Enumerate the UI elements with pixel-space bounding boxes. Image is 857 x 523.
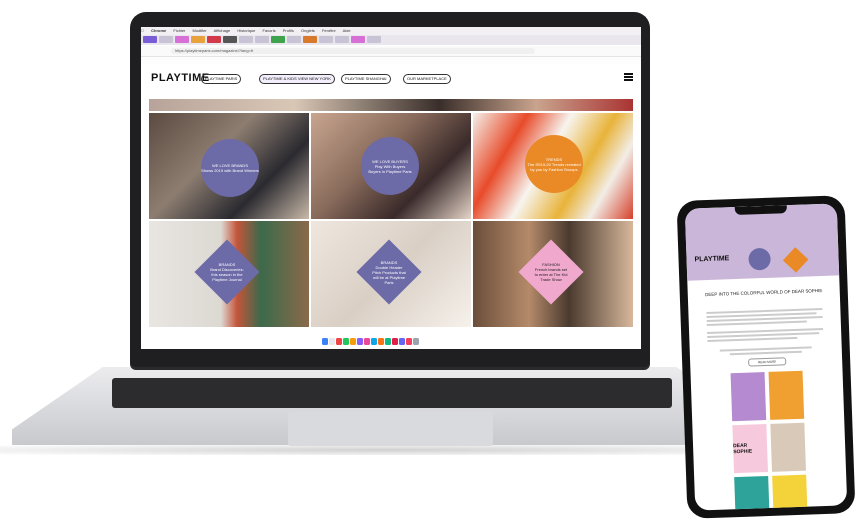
dear-sophie-label: DEAR SOPHIE bbox=[732, 442, 753, 456]
nav-playtime-new-york[interactable]: PLAYTIME & KIDS VIEW NEW YORK bbox=[259, 74, 335, 84]
address-bar: https://playtimeparis.com/magazine/?lang… bbox=[141, 46, 641, 57]
browser-tab[interactable] bbox=[143, 36, 157, 43]
app-icon[interactable] bbox=[364, 338, 370, 345]
phone-tile-label[interactable]: DEAR SOPHIE bbox=[732, 424, 769, 474]
messages-icon[interactable] bbox=[343, 338, 349, 345]
menu-favoris[interactable]: Favoris bbox=[263, 28, 276, 33]
text-line bbox=[707, 336, 798, 342]
text-line bbox=[706, 320, 807, 326]
menu-affichage[interactable]: Affichage bbox=[214, 28, 231, 33]
phone-hero-image: PLAYTIME bbox=[684, 203, 840, 281]
magazine-card-photo[interactable]: FASHION French brands set to enter at Th… bbox=[473, 221, 633, 327]
app-icon[interactable] bbox=[399, 338, 405, 345]
menu-aide[interactable]: Aide bbox=[343, 28, 351, 33]
card-badge: FASHION French brands set to enter at Th… bbox=[534, 262, 568, 282]
phone-tile-photo[interactable] bbox=[730, 372, 767, 422]
magazine-card-photo[interactable]: WE LOVE BUYERS Play With Buyers Buyers i… bbox=[311, 113, 471, 219]
browser-tab[interactable] bbox=[175, 36, 189, 43]
browser-tab[interactable] bbox=[271, 36, 285, 43]
mac-dock bbox=[319, 337, 463, 347]
hero-circle-badge bbox=[748, 247, 771, 271]
nav-playtime-shanghai[interactable]: PLAYTIME SHANGHAI bbox=[341, 74, 391, 84]
bookmarks-bar bbox=[141, 57, 641, 64]
menu-onglets[interactable]: Onglets bbox=[301, 28, 315, 33]
menu-modifier[interactable]: Modifier bbox=[193, 28, 207, 33]
browser-tab[interactable] bbox=[255, 36, 269, 43]
url-field[interactable]: https://playtimeparis.com/magazine/?lang… bbox=[171, 48, 535, 54]
nav-marketplace[interactable]: OUR MARKETPLACE bbox=[403, 74, 451, 84]
browser-tab[interactable] bbox=[335, 36, 349, 43]
browser-tab[interactable] bbox=[159, 36, 173, 43]
apple-icon[interactable]:  bbox=[141, 28, 144, 33]
card-badge: WE LOVE BUYERS Play With Buyers Buyers i… bbox=[361, 137, 419, 195]
card-badge: BRANDS Double Header Pitch Products that… bbox=[372, 259, 406, 285]
top-image-strip bbox=[149, 99, 633, 111]
hamburger-menu-icon[interactable] bbox=[624, 73, 633, 81]
browser-tab[interactable] bbox=[303, 36, 317, 43]
trash-icon[interactable] bbox=[413, 338, 419, 345]
browser-tabbar bbox=[141, 35, 641, 45]
nav-playtime-paris[interactable]: PLAYTIME PARIS bbox=[201, 74, 242, 84]
phone-tile-photo[interactable] bbox=[768, 370, 805, 420]
hero-diamond-badge bbox=[782, 247, 809, 273]
card-badge: WE LOVE BRANDS Shows 2019 with Brand Win… bbox=[201, 139, 259, 197]
finder-icon[interactable] bbox=[322, 338, 328, 345]
phone-screen: PLAYTIME DEEP INTO THE COLORFUL WORLD OF… bbox=[684, 203, 848, 511]
browser-tab[interactable] bbox=[287, 36, 301, 43]
browser-tab[interactable] bbox=[319, 36, 333, 43]
keyboard bbox=[112, 378, 672, 408]
site-header: PLAYTIME PLAYTIME PARIS PLAYTIME & KIDS … bbox=[141, 64, 641, 94]
magazine-card-photo[interactable]: BRANDS Brand Discoveries: this season in… bbox=[149, 221, 309, 327]
menu-profils[interactable]: Profils bbox=[283, 28, 294, 33]
app-icon[interactable] bbox=[357, 338, 363, 345]
card-badge: TRENDS The SS19-20 Trends revealed by yo… bbox=[525, 135, 583, 193]
smartphone: PLAYTIME DEEP INTO THE COLORFUL WORLD OF… bbox=[676, 195, 856, 519]
laptop-screen:  Chrome Fichier Modifier Affichage Hist… bbox=[141, 27, 641, 349]
phone-site-logo[interactable]: PLAYTIME bbox=[694, 255, 729, 263]
app-icon[interactable] bbox=[336, 338, 342, 345]
browser-tab[interactable] bbox=[191, 36, 205, 43]
card-badge: BRANDS Brand Discoveries: this season in… bbox=[210, 262, 244, 282]
magazine-card-photo[interactable]: WE LOVE BRANDS Shows 2019 with Brand Win… bbox=[149, 113, 309, 219]
menu-fenetre[interactable]: Fenêtre bbox=[322, 28, 336, 33]
text-line bbox=[729, 350, 802, 355]
trackpad bbox=[288, 412, 493, 446]
launchpad-icon[interactable] bbox=[329, 338, 335, 345]
browser-tab[interactable] bbox=[351, 36, 365, 43]
laptop-shadow bbox=[0, 445, 770, 455]
browser-tab[interactable] bbox=[367, 36, 381, 43]
menu-fichier[interactable]: Fichier bbox=[173, 28, 185, 33]
browser-tab[interactable] bbox=[223, 36, 237, 43]
magazine-card-photo[interactable]: BRANDS Double Header Pitch Products that… bbox=[311, 221, 471, 327]
phone-tile-photo[interactable] bbox=[770, 422, 806, 472]
app-icon[interactable] bbox=[350, 338, 356, 345]
app-icon[interactable] bbox=[378, 338, 384, 345]
phone-article-heading: DEEP INTO THE COLORFUL WORLD OF DEAR SOP… bbox=[705, 287, 823, 298]
phone-tile-photo[interactable] bbox=[772, 474, 808, 511]
menu-historique[interactable]: Historique bbox=[237, 28, 255, 33]
magazine-card-photo[interactable]: TRENDS The SS19-20 Trends revealed by yo… bbox=[473, 113, 633, 219]
menu-chrome[interactable]: Chrome bbox=[151, 28, 166, 33]
phone-tile-photo[interactable] bbox=[734, 475, 770, 511]
read-more-button[interactable]: READ MORE bbox=[748, 357, 787, 367]
app-icon[interactable] bbox=[392, 338, 398, 345]
app-icon[interactable] bbox=[406, 338, 412, 345]
magazine-grid: WE LOVE BRANDS Shows 2019 with Brand Win… bbox=[149, 99, 633, 349]
browser-tab[interactable] bbox=[239, 36, 253, 43]
app-icon[interactable] bbox=[385, 338, 391, 345]
app-icon[interactable] bbox=[371, 338, 377, 345]
browser-tab[interactable] bbox=[207, 36, 221, 43]
